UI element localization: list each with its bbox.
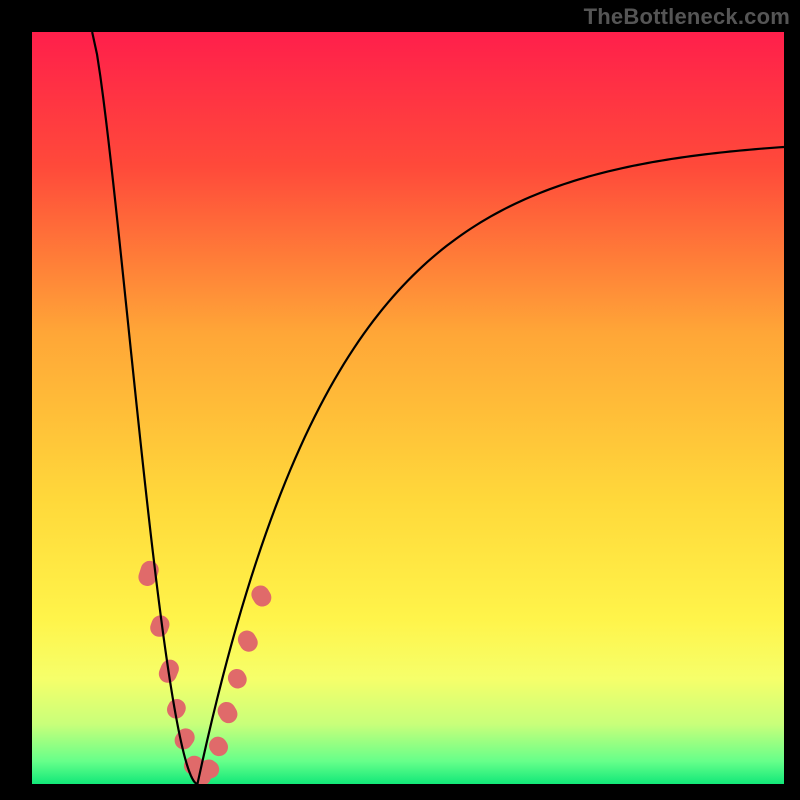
outer-black-frame: TheBottleneck.com xyxy=(0,0,800,800)
chart-svg xyxy=(32,32,784,784)
watermark-text: TheBottleneck.com xyxy=(584,4,790,30)
gradient-background xyxy=(32,32,784,784)
chart-plot-area xyxy=(32,32,784,784)
